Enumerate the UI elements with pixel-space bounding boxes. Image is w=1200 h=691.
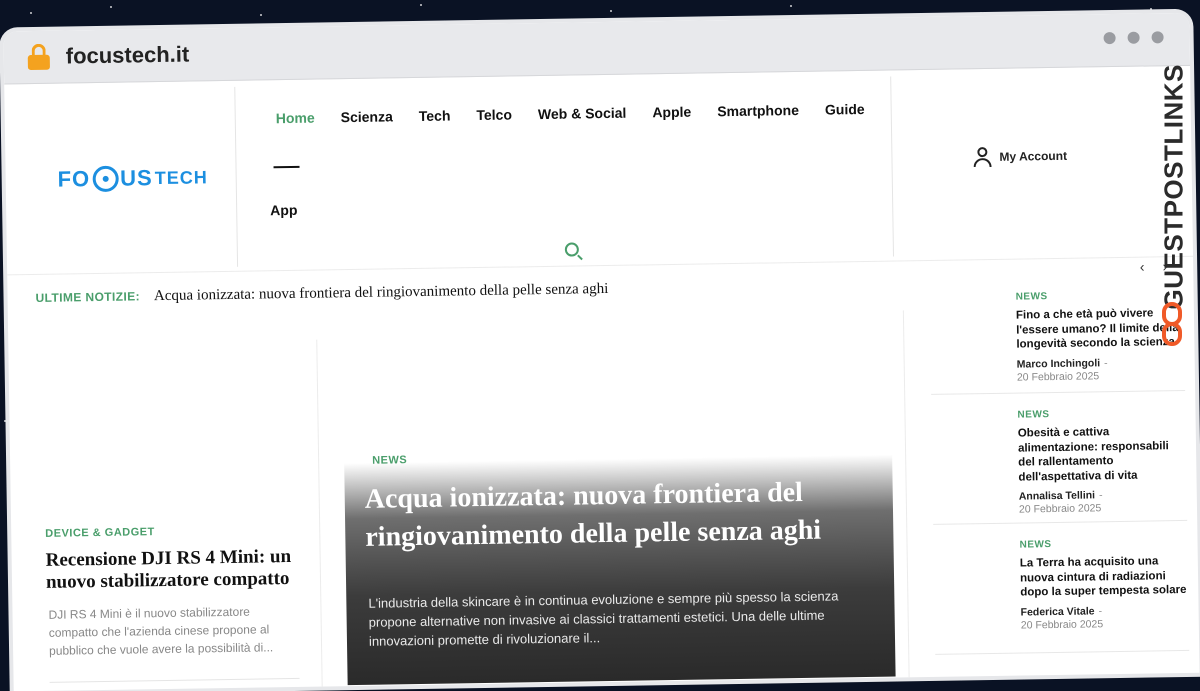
logo-text-part1: FO (57, 166, 91, 192)
logo-text-part3: TECH (154, 166, 208, 188)
nav-item-smartphone[interactable]: Smartphone (704, 102, 812, 120)
nav-item-apple[interactable]: Apple (639, 103, 704, 121)
divider (49, 677, 300, 683)
nav-item-web-social[interactable]: Web & Social (525, 104, 640, 122)
column-divider (902, 310, 910, 681)
featured-category[interactable]: NEWS (372, 454, 407, 467)
article-category[interactable]: DEVICE & GADGET (45, 526, 155, 540)
window-dot-1[interactable] (1103, 31, 1116, 45)
nav-item-app[interactable]: App (270, 202, 297, 218)
sidebar-title[interactable]: Obesità e cattiva alimentazione: respons… (1018, 424, 1189, 485)
sidebar-category[interactable]: NEWS (1016, 291, 1048, 303)
my-account-label: My Account (999, 148, 1068, 164)
sidebar-date: 20 Febbraio 2025 (1016, 369, 1100, 384)
nav-item-home[interactable]: Home (263, 109, 328, 127)
window-dot-3[interactable] (1151, 31, 1164, 44)
sidebar-article-3[interactable]: NEWS La Terra ha acquisito una nuova cin… (1019, 532, 1190, 631)
sidebar-date: 20 Febbraio 2025 (1018, 502, 1102, 516)
left-article-card[interactable]: DEVICE & GADGET Recensione DJI RS 4 Mini… (38, 328, 300, 683)
logo-circuit-icon (91, 165, 119, 193)
nav-active-underline (273, 165, 300, 169)
browser-window: focustech.it FO US TECH Home Scienza Tec… (3, 12, 1200, 691)
guestpostlinks-watermark: GUESTPOSTLINKS (1156, 50, 1192, 350)
divider (935, 649, 1190, 655)
ticker-headline[interactable]: Acqua ionizzata: nuova frontiera del rin… (154, 281, 609, 305)
window-dot-2[interactable] (1127, 31, 1140, 44)
featured-title[interactable]: Acqua ionizzata: nuova frontiera del rin… (364, 473, 865, 557)
logo-text-part2: US (119, 165, 153, 191)
divider (933, 519, 1188, 525)
site-logo[interactable]: FO US TECH (28, 86, 239, 271)
nav-item-guide[interactable]: Guide (812, 101, 878, 118)
my-account-link[interactable]: My Account (973, 146, 1068, 168)
watermark-text: GUESTPOSTLINKS (1158, 64, 1189, 310)
sidebar-category[interactable]: NEWS (1019, 539, 1051, 551)
site-page: FO US TECH Home Scienza Tech Telco Web &… (4, 66, 1199, 691)
address-domain[interactable]: focustech.it (66, 42, 190, 70)
sidebar-category[interactable]: NEWS (1017, 409, 1049, 421)
window-controls (1103, 31, 1164, 45)
article-excerpt: DJI RS 4 Mini è il nuovo stabilizzatore … (48, 604, 274, 658)
article-title[interactable]: Recensione DJI RS 4 Mini: un nuovo stabi… (46, 546, 297, 594)
sidebar-article-2[interactable]: NEWS Obesità e cattiva alimentazione: re… (1017, 402, 1189, 516)
featured-excerpt: L'industria della skincare è in continua… (368, 588, 839, 649)
sidebar-date: 20 Febbraio 2025 (1020, 617, 1104, 632)
ticker-prev-icon[interactable]: ‹ (1140, 259, 1145, 275)
header-divider (890, 76, 895, 257)
column-divider (316, 339, 323, 690)
search-icon[interactable] (564, 242, 579, 257)
user-icon (973, 147, 992, 168)
nav-item-scienza[interactable]: Scienza (328, 108, 406, 125)
lock-icon (27, 43, 50, 71)
main-nav: Home Scienza Tech Telco Web & Social App… (263, 101, 883, 127)
breaking-news-ticker: ULTIME NOTIZIE: Acqua ionizzata: nuova f… (35, 281, 608, 307)
nav-item-tech[interactable]: Tech (406, 107, 464, 124)
ticker-label: ULTIME NOTIZIE: (35, 289, 141, 305)
nav-item-telco[interactable]: Telco (463, 106, 525, 123)
divider (931, 389, 1186, 395)
sidebar-title[interactable]: La Terra ha acquisito una nuova cintura … (1020, 554, 1191, 600)
chain-link-icon (1162, 302, 1184, 348)
